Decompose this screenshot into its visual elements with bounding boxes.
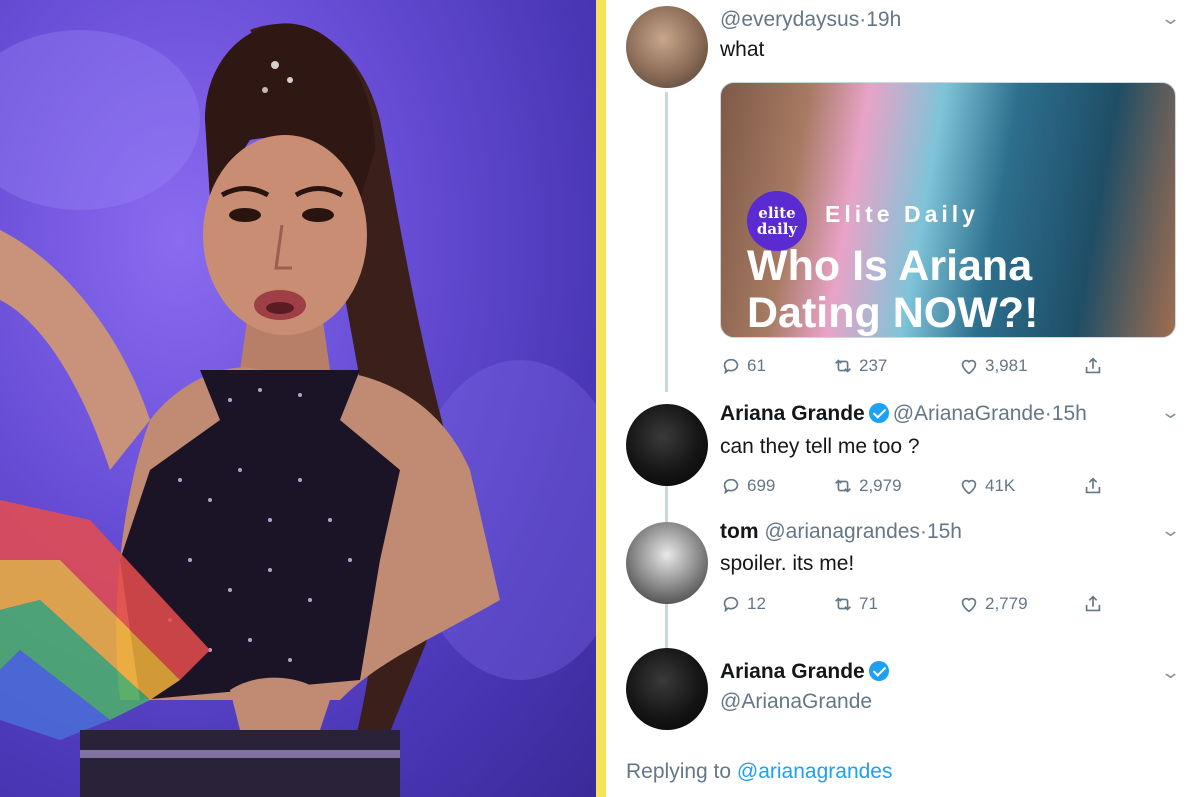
retweet-button[interactable]: 71 — [832, 593, 878, 615]
thread-line — [665, 485, 668, 525]
tweet-actions: 699 2,979 41K — [720, 475, 1101, 501]
card-headline: Who Is Ariana Dating NOW?! — [747, 242, 1039, 337]
retweet-count: 2,979 — [859, 476, 902, 495]
thread-line — [665, 92, 668, 392]
tweet-time[interactable]: 19h — [866, 8, 901, 31]
thread-line — [665, 602, 668, 648]
like-icon — [961, 479, 977, 495]
performer-illustration — [0, 23, 596, 797]
like-count: 41K — [985, 476, 1016, 495]
retweet-icon — [835, 597, 851, 611]
tweet-name[interactable]: Ariana Grande — [720, 660, 865, 683]
tweet-header: Ariana Grande — [720, 660, 893, 684]
tweet-text: what — [720, 38, 765, 61]
tweet-actions: 12 71 2,779 — [720, 593, 1101, 619]
like-icon — [961, 359, 977, 375]
avatar[interactable] — [626, 648, 708, 730]
replying-prefix: Replying to — [626, 760, 732, 783]
performer-photo — [0, 0, 596, 797]
chevron-down-icon[interactable]: ⌄ — [1160, 402, 1181, 423]
reply-button[interactable]: 61 — [720, 355, 766, 377]
avatar[interactable] — [626, 404, 708, 486]
verified-icon — [868, 661, 889, 681]
replying-link[interactable]: @arianagrandes — [737, 760, 893, 783]
tweet-handle[interactable]: @arianagrandes — [764, 520, 920, 543]
share-icon — [1085, 357, 1101, 374]
retweet-button[interactable]: 237 — [832, 355, 887, 377]
tweet-time[interactable]: 15h — [927, 520, 962, 543]
link-card[interactable]: elite daily Elite Daily Who Is Ariana Dat… — [720, 82, 1176, 338]
like-button[interactable]: 41K — [958, 475, 1015, 497]
retweet-button[interactable]: 2,979 — [832, 475, 902, 497]
tweet-time[interactable]: 15h — [1052, 402, 1087, 425]
reply-icon — [723, 478, 739, 495]
like-count: 3,981 — [985, 356, 1028, 375]
reply-button[interactable]: 699 — [720, 475, 775, 497]
share-icon — [1085, 595, 1101, 612]
separator-dot: · — [919, 520, 927, 543]
tweet-header: Ariana Grande @ArianaGrande·15h — [720, 402, 1087, 426]
tweet-header: @everydaysus·19h — [720, 8, 901, 32]
tweet-text: spoiler. its me! — [720, 552, 855, 575]
share-button[interactable] — [1082, 355, 1104, 377]
reply-icon — [723, 358, 739, 375]
like-icon — [961, 597, 977, 613]
divider-bar — [596, 0, 606, 797]
chevron-down-icon[interactable]: ⌄ — [1160, 520, 1181, 541]
chevron-down-icon[interactable]: ⌄ — [1160, 8, 1181, 29]
like-button[interactable]: 3,981 — [958, 355, 1028, 377]
like-button[interactable]: 2,779 — [958, 593, 1028, 615]
reply-count: 699 — [747, 476, 776, 495]
verified-icon — [868, 403, 889, 423]
avatar[interactable] — [626, 6, 708, 88]
share-button[interactable] — [1082, 593, 1104, 615]
share-icon — [1085, 477, 1101, 494]
tweet-thread: @everydaysus·19h ⌄ what elite daily Elite… — [606, 0, 1200, 797]
reply-icon — [723, 596, 739, 613]
retweet-icon — [835, 359, 851, 373]
tweet-handle[interactable]: @ArianaGrande — [720, 690, 872, 714]
chevron-down-icon[interactable]: ⌄ — [1160, 662, 1181, 683]
reply-count: 12 — [747, 594, 766, 613]
tweet-text: can they tell me too ? — [720, 435, 920, 458]
like-count: 2,779 — [985, 594, 1028, 613]
retweet-icon — [835, 479, 851, 493]
avatar[interactable] — [626, 522, 708, 604]
tweet-name[interactable]: Ariana Grande — [720, 402, 865, 425]
tweet-name[interactable]: tom — [720, 520, 759, 543]
share-button[interactable] — [1082, 475, 1104, 497]
retweet-count: 71 — [859, 594, 878, 613]
retweet-count: 237 — [859, 356, 888, 375]
replying-to: Replying to @arianagrandes — [626, 760, 893, 784]
tweet-actions: 61 237 3,981 — [720, 355, 1101, 381]
card-brand: Elite Daily — [825, 201, 979, 227]
reply-count: 61 — [747, 356, 766, 375]
separator-dot: · — [1044, 402, 1052, 425]
reply-button[interactable]: 12 — [720, 593, 766, 615]
tweet-handle[interactable]: @everydaysus — [720, 8, 859, 31]
tweet-header: tom @arianagrandes·15h — [720, 520, 962, 544]
tweet-handle[interactable]: @ArianaGrande — [893, 402, 1045, 425]
